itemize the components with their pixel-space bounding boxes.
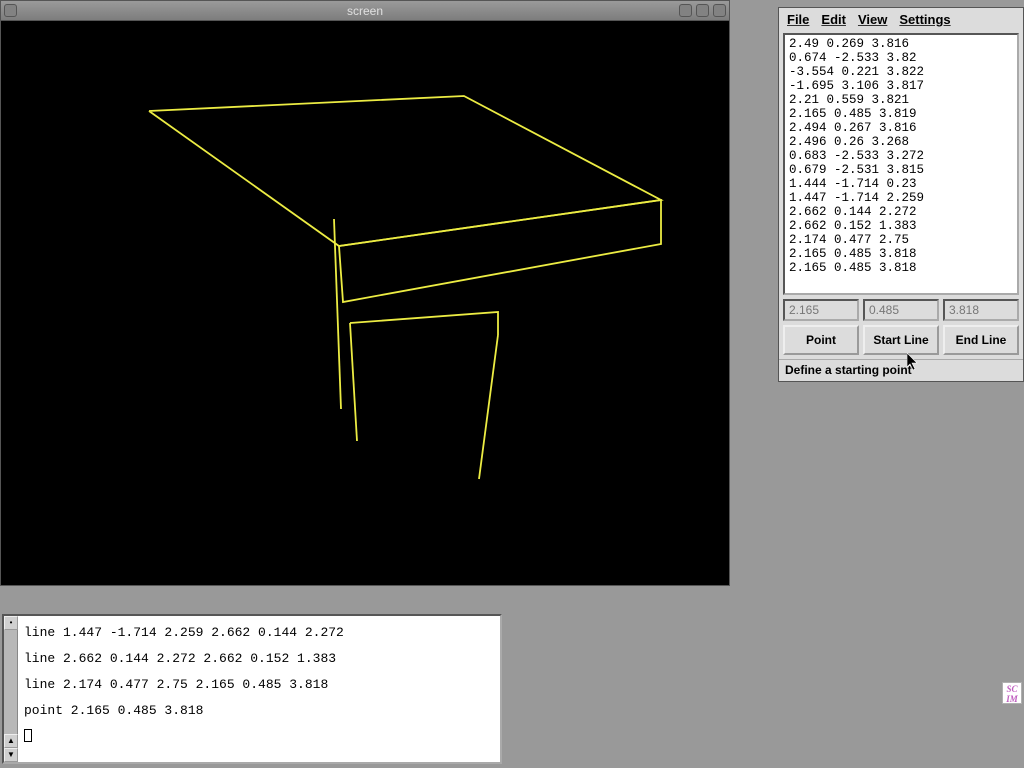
maximize-button[interactable]	[696, 4, 709, 17]
console-window: • ▲ ▼ line 1.447 -1.714 2.259 2.662 0.14…	[2, 614, 502, 764]
screen-title: screen	[347, 4, 383, 18]
status-line: Define a starting point	[779, 359, 1023, 381]
scroll-down-button[interactable]: ▼	[4, 748, 18, 762]
coord-y-input[interactable]	[863, 299, 939, 321]
point-button[interactable]: Point	[783, 325, 859, 355]
button-row: Point Start Line End Line	[779, 325, 1023, 359]
close-button[interactable]	[713, 4, 726, 17]
scroll-home-button[interactable]: •	[4, 616, 18, 630]
menu-edit[interactable]: Edit	[821, 12, 846, 27]
screen-titlebar[interactable]: screen	[1, 1, 729, 21]
console-scrollbar[interactable]: • ▲ ▼	[4, 616, 18, 762]
window-menu-button[interactable]	[4, 4, 17, 17]
console-text[interactable]: line 1.447 -1.714 2.259 2.662 0.144 2.27…	[18, 616, 500, 762]
coord-x-input[interactable]	[783, 299, 859, 321]
coord-list[interactable]: 2.49 0.269 3.816 0.674 -2.533 3.82 -3.55…	[783, 33, 1019, 295]
coord-input-row	[779, 295, 1023, 325]
menu-file[interactable]: File	[787, 12, 809, 27]
menubar: File Edit View Settings	[779, 8, 1023, 31]
wireframe-svg	[1, 21, 729, 585]
menu-settings[interactable]: Settings	[899, 12, 950, 27]
scroll-up-button[interactable]: ▲	[4, 734, 18, 748]
minimize-button[interactable]	[679, 4, 692, 17]
coord-z-input[interactable]	[943, 299, 1019, 321]
screen-canvas[interactable]	[1, 21, 729, 585]
console-cursor	[24, 729, 32, 742]
end-line-button[interactable]: End Line	[943, 325, 1019, 355]
menu-view[interactable]: View	[858, 12, 887, 27]
start-line-button[interactable]: Start Line	[863, 325, 939, 355]
tool-window: File Edit View Settings 2.49 0.269 3.816…	[778, 7, 1024, 382]
screen-window: screen	[0, 0, 730, 586]
scim-indicator[interactable]: SC IM	[1002, 682, 1022, 704]
scrollbar-track[interactable]	[4, 630, 17, 734]
